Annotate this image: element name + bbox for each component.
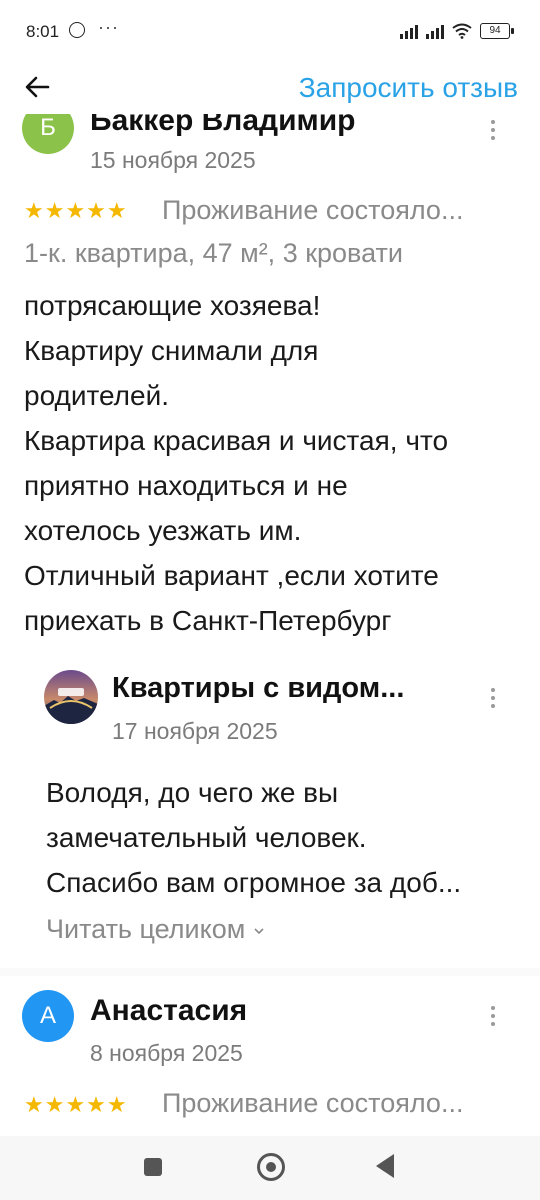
reply-line: замечательный человек. <box>46 822 367 853</box>
back-button[interactable] <box>376 1154 394 1178</box>
avatar: А <box>22 990 74 1042</box>
review-line: потрясающие хозяева! <box>24 290 321 321</box>
review-line: хотелось уезжать им. <box>24 515 302 546</box>
request-review-button[interactable]: Запросить отзыв <box>299 72 518 104</box>
rating-stars: ★★★★★ <box>24 1092 128 1117</box>
host-avatar-image <box>44 670 98 724</box>
whatsapp-icon <box>69 22 85 38</box>
signal-icon <box>400 25 418 39</box>
review-line: родителей. <box>24 380 169 411</box>
reply-more-options-icon[interactable] <box>490 688 496 712</box>
rating-summary: Проживание состояло... <box>162 195 464 225</box>
status-bar: 8:01 ··· 94 <box>0 0 540 62</box>
reply-date: 17 ноября 2025 <box>112 718 278 744</box>
more-options-icon[interactable] <box>490 1006 496 1030</box>
review-line: Отличный вариант ,если хотите <box>24 560 439 591</box>
reply-text: Володя, до чего же вы замечательный чело… <box>46 770 506 905</box>
reviews-scroll-area[interactable]: Б Баккер Владимир 15 ноября 2025 ★★★★★ П… <box>0 0 540 1136</box>
reply-line: Володя, до чего же вы <box>46 777 339 808</box>
signal-icon <box>426 25 444 39</box>
wifi-icon <box>452 23 472 39</box>
review-date: 15 ноября 2025 <box>90 147 256 173</box>
rating-stars: ★★★★★ <box>24 198 128 223</box>
system-nav-bar <box>0 1136 540 1200</box>
review-date: 8 ноября 2025 <box>90 1040 243 1066</box>
divider <box>0 968 540 976</box>
recents-button[interactable] <box>144 1158 162 1176</box>
rating-summary: Проживание состояло... <box>162 1088 464 1118</box>
review-author: Анастасия <box>90 994 248 1027</box>
reply-line: Спасибо вам огромное за доб... <box>46 867 462 898</box>
host-avatar <box>44 670 98 724</box>
review-line: приехать в Санкт-Петербург <box>24 605 392 636</box>
host-name: Квартиры с видом... <box>112 672 405 704</box>
listing-meta: 1-к. квартира, 47 м², 3 кровати <box>24 238 403 268</box>
read-more-link[interactable]: Читать целиком <box>46 914 265 945</box>
review-line: приятно находиться и не <box>24 470 348 501</box>
more-options-icon[interactable] <box>490 120 496 144</box>
more-notifications-icon: ··· <box>98 17 119 37</box>
review-line: Квартиру снимали для <box>24 335 319 366</box>
top-app-bar: Запросить отзыв <box>0 62 540 114</box>
chevron-down-icon <box>254 928 264 935</box>
home-button[interactable] <box>257 1153 285 1181</box>
read-more-label: Читать целиком <box>46 914 246 944</box>
review-line: Квартира красивая и чистая, что <box>24 425 449 456</box>
back-arrow-icon[interactable] <box>22 70 56 104</box>
review-text: потрясающие хозяева! Квартиру снимали дл… <box>24 283 524 643</box>
clock: 8:01 <box>26 22 60 41</box>
status-icons: 94 <box>400 21 514 39</box>
battery-icon: 94 <box>480 23 514 39</box>
